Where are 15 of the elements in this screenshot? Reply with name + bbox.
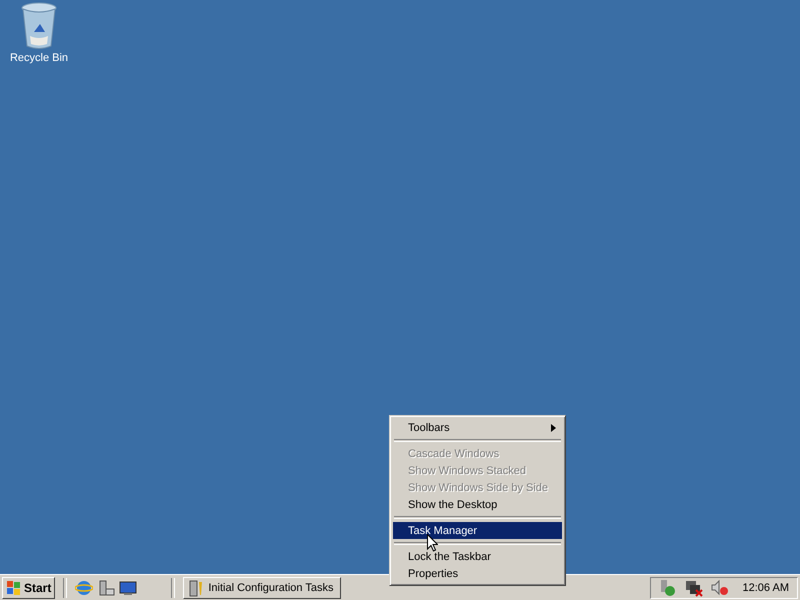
menu-item[interactable]: Lock the Taskbar [393,548,562,565]
desktop-icon-label: Recycle Bin [10,52,68,64]
menu-item[interactable]: Properties [393,565,562,582]
speaker-muted-icon[interactable] [710,578,729,596]
menu-item[interactable]: Task Manager [393,522,562,539]
monitor-icon[interactable] [119,578,138,596]
taskbar-button[interactable]: Initial Configuration Tasks [183,576,342,598]
menu-item[interactable]: Toolbars [393,419,562,436]
menu-item[interactable]: Show the Desktop [393,496,562,513]
clock[interactable]: 12:06 AM [742,582,789,594]
network-error-icon[interactable] [684,578,703,596]
browser-icon[interactable] [75,578,94,596]
start-button[interactable]: Start [2,576,56,598]
windows-flag-icon [6,580,22,596]
recycle-bin-icon[interactable] [20,2,58,50]
